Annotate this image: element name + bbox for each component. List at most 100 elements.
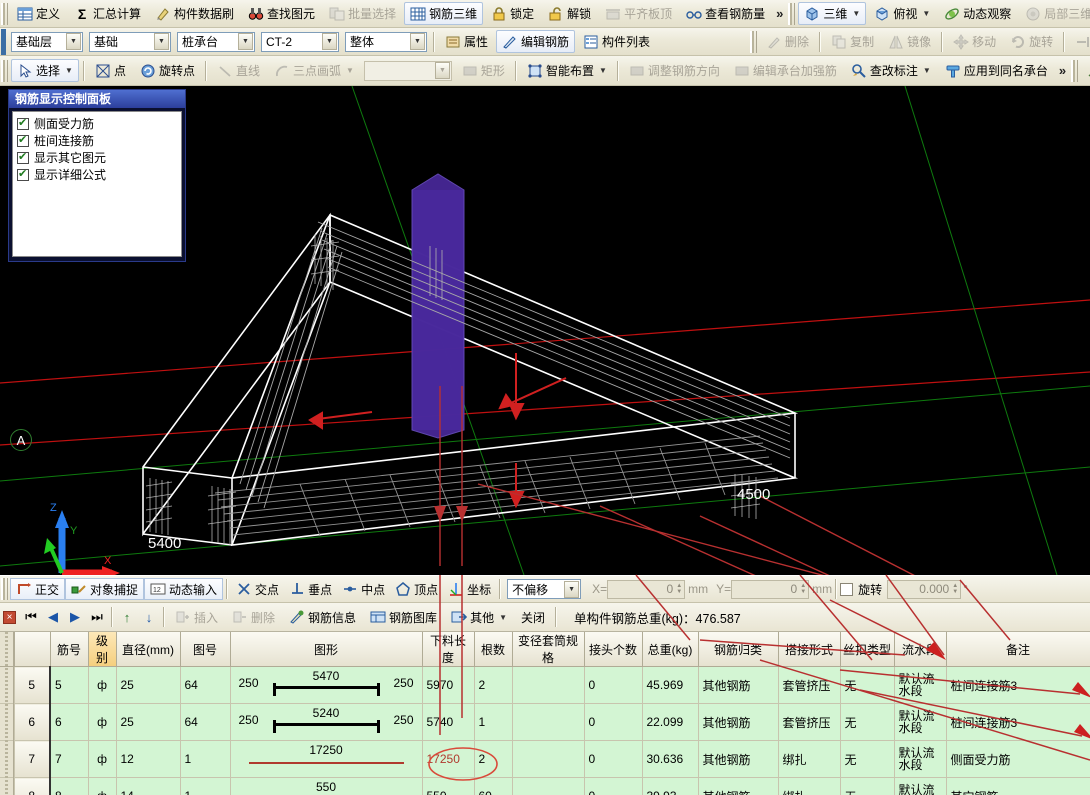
toolbar-button-rotate-point[interactable]: 旋转点 (134, 59, 201, 82)
cell-total-weight[interactable]: 30.636 (642, 741, 698, 778)
cell-jin-hao[interactable]: 7 (50, 741, 88, 778)
rebarbar-button-rebar-library[interactable]: 钢筋图库 (364, 606, 443, 629)
offset-mode-combo[interactable]: 不偏移 ▼ (507, 579, 581, 599)
toolbar-overflow-button[interactable]: » (772, 6, 787, 21)
move-up-button[interactable]: ↑ (116, 610, 138, 625)
toolbar-button-local-3d[interactable]: 局部三维 (1019, 2, 1090, 25)
cell-tu-hao[interactable]: 1 (180, 741, 230, 778)
cell-total-weight[interactable]: 39.93 (642, 778, 698, 795)
toolbar-button-point[interactable]: 点 (89, 59, 132, 82)
cell-lap-form[interactable]: 套管挤压 (778, 704, 840, 741)
toolbar-button-define[interactable]: 定义 (11, 2, 66, 25)
row-number[interactable]: 8 (14, 778, 50, 795)
toolbar-button-properties[interactable]: 属性 (439, 30, 494, 53)
rebarbar-button-insert[interactable]: 插入 (169, 606, 224, 629)
snap-vertex[interactable]: 顶点 (390, 578, 443, 600)
toolbar-grip[interactable] (1, 3, 8, 25)
chevron-down-icon[interactable]: ▼ (410, 33, 425, 50)
rebar-display-control-panel[interactable]: 钢筋显示控制面板 侧面受力筋 桩间连接筋 显示其它图元 显示详细公式 (8, 89, 186, 262)
checkbox-icon[interactable] (17, 135, 29, 147)
cell-flow-section[interactable]: 默认流水段 (894, 704, 946, 741)
rotate-input[interactable]: 0.000 ▲▼ (887, 580, 961, 599)
y-coordinate-input[interactable]: 0 ▲▼ (731, 580, 809, 599)
header-diameter[interactable]: 直径(mm) (116, 632, 180, 667)
cell-jin-hao[interactable]: 8 (50, 778, 88, 795)
toolbar-button-smart-layout[interactable]: 智能布置 ▼ (521, 59, 613, 82)
statusbar-grip[interactable] (1, 578, 8, 600)
cell-flow-section[interactable]: 默认流水段 (894, 741, 946, 778)
cell-total-weight[interactable]: 45.969 (642, 667, 698, 704)
toolbar-button-select[interactable]: 选择 ▼ (11, 59, 79, 82)
header-remark[interactable]: 备注 (946, 632, 1090, 667)
checkbox-icon[interactable] (17, 152, 29, 164)
header-lap-form[interactable]: 搭接形式 (778, 632, 840, 667)
table-row[interactable]: 7 7 ф 12 1 17250 17250 2 0 30.63 (0, 741, 1090, 778)
header-tu-hao[interactable]: 图号 (180, 632, 230, 667)
toolbar-button-3d-view[interactable]: 三维 ▼ (798, 2, 866, 25)
draw-toolbar-overflow-button[interactable]: » (1055, 63, 1070, 78)
cell-remark[interactable]: 桩间连接筋3 (946, 704, 1090, 741)
cell-joint-count[interactable]: 0 (584, 704, 642, 741)
spinner-icon[interactable]: ▲▼ (800, 584, 806, 595)
cell-classify[interactable]: 其他钢筋 (698, 778, 778, 795)
first-record-button[interactable]: ⏮ (20, 609, 42, 625)
axis-bubble-A[interactable]: A (10, 429, 32, 451)
nav-toolbar-grip[interactable] (1, 29, 6, 55)
cell-count[interactable]: 1 (474, 704, 512, 741)
rebar-table[interactable]: 筋号 级别 直径(mm) 图号 图形 下料长度 根数 变径套筒规格 接头个数 总… (0, 632, 1090, 795)
cell-tu-hao[interactable]: 1 (180, 778, 230, 795)
toolbar-button-adjust-rebar-direction[interactable]: 调整钢筋方向 (623, 59, 726, 82)
cell-count[interactable]: 60 (474, 778, 512, 795)
header-total-weight[interactable]: 总重(kg) (642, 632, 698, 667)
table-row[interactable]: 8 8 ф 14 1 550 550 60 0 39.93 (0, 778, 1090, 795)
cell-level[interactable]: ф (88, 667, 116, 704)
draw-style-combo[interactable]: ▼ (364, 61, 452, 81)
header-sleeve-spec[interactable]: 变径套筒规格 (512, 632, 584, 667)
cell-shape[interactable]: 250 5470 250 (230, 667, 422, 704)
checkbox-side-main-rebar[interactable]: 侧面受力筋 (17, 115, 177, 132)
cell-thread-type[interactable]: 无 (840, 778, 894, 795)
cell-diameter[interactable]: 14 (116, 778, 180, 795)
category-combo[interactable]: 基础 ▼ (89, 32, 171, 52)
chevron-down-icon[interactable]: ▼ (154, 33, 169, 50)
cell-shape[interactable]: 550 (230, 778, 422, 795)
header-cut-length[interactable]: 下料长度 (422, 632, 474, 667)
cell-lap-form[interactable]: 绑扎 (778, 741, 840, 778)
cell-remark[interactable]: 其它钢筋 (946, 778, 1090, 795)
table-row[interactable]: 5 5 ф 25 64 250 5470 250 (0, 667, 1090, 704)
cell-remark[interactable]: 桩间连接筋3 (946, 667, 1090, 704)
header-classify[interactable]: 钢筋归类 (698, 632, 778, 667)
toolbar-button-mirror[interactable]: 镜像 (882, 30, 937, 53)
toolbar-button-rebar-3d[interactable]: 钢筋三维 (404, 2, 483, 25)
cell-sleeve-spec[interactable] (512, 778, 584, 795)
spinner-icon[interactable]: ▲▼ (952, 584, 958, 595)
toolbar-button-rectangle[interactable]: 矩形 (456, 59, 511, 82)
toolbar-button-extend[interactable]: 延伸 (1069, 30, 1090, 53)
cell-diameter[interactable]: 25 (116, 667, 180, 704)
checkbox-icon[interactable] (17, 118, 29, 130)
header-thread-type[interactable]: 丝扣类型 (840, 632, 894, 667)
cell-jin-hao[interactable]: 6 (50, 704, 88, 741)
chevron-down-icon[interactable]: ▼ (852, 9, 860, 18)
chevron-down-icon[interactable]: ▼ (346, 66, 354, 75)
checkbox-show-other-elements[interactable]: 显示其它图元 (17, 149, 177, 166)
component-type-combo[interactable]: 桩承台 ▼ (177, 32, 255, 52)
row-number[interactable]: 5 (14, 667, 50, 704)
cell-jin-hao[interactable]: 5 (50, 667, 88, 704)
cell-diameter[interactable]: 25 (116, 704, 180, 741)
cell-tu-hao[interactable]: 64 (180, 667, 230, 704)
last-record-button[interactable]: ⏭ (86, 609, 108, 625)
cell-flow-section[interactable]: 默认流水段 (894, 778, 946, 795)
cell-cut-length[interactable]: 5740 (422, 704, 474, 741)
toggle-dynamic-input[interactable]: 12 动态输入 (144, 578, 223, 600)
x-coordinate-input[interactable]: 0 ▲▼ (607, 580, 685, 599)
header-level[interactable]: 级别 (88, 632, 116, 667)
cell-sleeve-spec[interactable] (512, 704, 584, 741)
rotate-checkbox[interactable] (840, 583, 853, 596)
header-flow-section[interactable]: 流水段 (894, 632, 946, 667)
chevron-down-icon[interactable]: ▼ (922, 9, 930, 18)
cell-thread-type[interactable]: 无 (840, 667, 894, 704)
cell-count[interactable]: 2 (474, 741, 512, 778)
display-mode-combo[interactable]: 整体 ▼ (345, 32, 427, 52)
cell-thread-type[interactable]: 无 (840, 704, 894, 741)
